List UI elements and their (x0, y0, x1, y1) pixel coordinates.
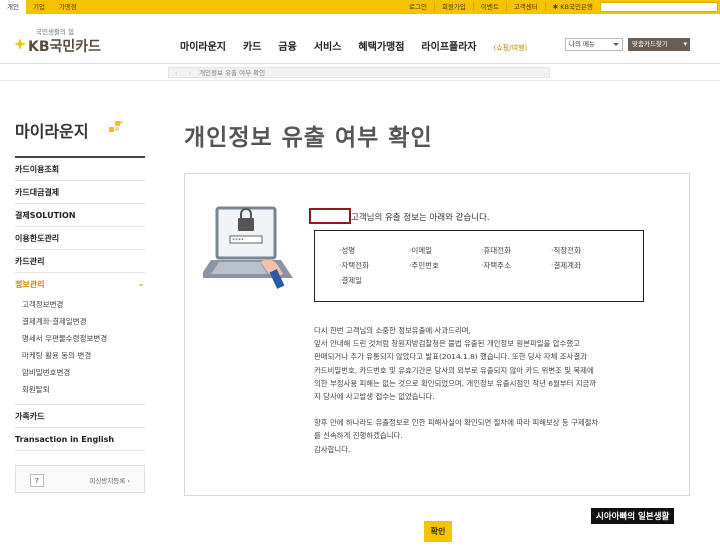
sidebar-item-limit[interactable]: 이용한도관리 (15, 227, 145, 250)
phishing-prevention-link[interactable]: 피싱방지등록 › (89, 475, 130, 485)
card-find-button[interactable]: 맞춤카드찾기 (628, 38, 690, 51)
sidebar-item-info-manage[interactable]: 정보관리 (15, 273, 145, 296)
sub-item-customer-info[interactable]: 고객정보변경 (15, 296, 145, 313)
breadcrumb-current: 개인정보 유출 여부 확인 (199, 69, 266, 77)
gnb-finance[interactable]: 금융 (278, 38, 296, 53)
customer-name-box (309, 208, 351, 224)
sub-item-password[interactable]: 암비밀번호변경 (15, 364, 145, 381)
sidebar-sub-list: 고객정보변경 결제계좌·결제일변경 명세서 우편물수령정보변경 마케팅 활용 동… (15, 296, 145, 405)
kb-bank-label: KB국민은행 (560, 3, 593, 11)
leaked-info-box: ·성명 ·이메일 ·휴대전화 ·직장전화 ·자택전화 ·주민번호 ·자택주소 ·… (314, 230, 644, 302)
text-line: 의한 부정사용 피해는 없는 것으로 확인되었으며, 개인정보 유출시점인 작년… (314, 378, 597, 388)
info-email: ·이메일 (409, 246, 433, 255)
top-search-input[interactable] (600, 2, 718, 12)
sidebar-item-card-payment[interactable]: 카드대금결제 (15, 181, 145, 204)
text-line: 향후 만에 하나라도 유출정보로 인한 피해사실이 확인되면 절차에 따라 피해… (314, 418, 599, 428)
sidebar-item-card-manage[interactable]: 카드관리 (15, 250, 145, 273)
info-home-phone: ·자택전화 (339, 261, 369, 270)
leak-greeting: 고객님의 유출 정보는 아래와 같습니다. (351, 213, 490, 223)
breadcrumb-bar: ‹ › 개인정보 유출 여부 확인 (0, 65, 720, 81)
info-payment-date: ·결제일 (339, 276, 363, 285)
top-utility-bar: 개인 기업 가맹점 로그인 회원가입 이벤트 고객센터 ✱ KB국민은행 (0, 0, 720, 14)
sub-item-statement[interactable]: 명세서 우편물수령정보변경 (15, 330, 145, 347)
text-line: 를 신속하게 진행하겠습니다. (314, 431, 403, 441)
watermark: 시아아빠의 일본생활 (591, 508, 675, 524)
gnb-mylounge[interactable]: 마이라운지 (180, 38, 226, 53)
sidebar-title-text: 마이라운지 (15, 122, 89, 141)
apology-text: 다시 한번 고객님의 소중한 정보유출에 사과드리며, 앞서 안내해 드린 것처… (314, 324, 670, 469)
gnb-lifeplaza[interactable]: 라이프플라자 (쇼핑/여행) (421, 38, 527, 53)
login-link[interactable]: 로그인 (402, 3, 434, 11)
global-nav: 마이라운지 카드 금융 서비스 혜택가맹점 라이프플라자 (쇼핑/여행) (180, 38, 544, 53)
sidebar-item-english[interactable]: Transaction in English (15, 428, 145, 451)
tab-personal[interactable]: 개인 (0, 0, 26, 14)
breadcrumb-next-icon[interactable]: › (183, 68, 197, 78)
sidebar-item-payment-solution[interactable]: 결제SOLUTION (15, 204, 145, 227)
phishing-prevention-box[interactable]: ? 피싱방지등록 › (15, 465, 145, 493)
slogan: 국민생활의 힘 (36, 28, 74, 36)
sidebar-item-family-card[interactable]: 가족카드 (15, 405, 145, 428)
utility-links: 로그인 회원가입 이벤트 고객센터 ✱ KB국민은행 (402, 0, 600, 14)
tab-business[interactable]: 기업 (26, 0, 52, 14)
breadcrumb: ‹ › 개인정보 유출 여부 확인 (168, 67, 550, 78)
gnb-card[interactable]: 카드 (243, 38, 261, 53)
gnb-service[interactable]: 서비스 (314, 38, 342, 53)
sidebar-title: 마이라운지 (15, 118, 145, 158)
page-title: 개인정보 유출 여부 확인 (184, 125, 433, 151)
segment-tabs: 개인 기업 가맹점 (0, 0, 84, 14)
header: 국민생활의 힘 KB국민카드 마이라운지 카드 금융 서비스 혜택가맹점 라이프… (0, 14, 720, 64)
info-work-phone: ·직장전화 (551, 246, 581, 255)
svg-text:****: **** (232, 238, 244, 244)
event-link[interactable]: 이벤트 (472, 3, 506, 11)
sub-item-marketing[interactable]: 마케팅 활용 동의 변경 (15, 347, 145, 364)
gnb-lifeplaza-sub: (쇼핑/여행) (493, 44, 528, 52)
sub-item-withdraw[interactable]: 회원탈퇴 (15, 381, 145, 398)
tab-merchant[interactable]: 가맹점 (52, 0, 84, 14)
info-name: ·성명 (339, 246, 356, 255)
kb-bank-link[interactable]: ✱ KB국민은행 (544, 3, 600, 11)
text-line: 카드비밀번호, 카드번호 및 유효기간은 당사의 외부로 유출되지 않아 카드 … (314, 365, 594, 375)
apology-paragraph-2: 향후 만에 하나라도 유출정보로 인한 피해사실이 확인되면 절차에 따라 피해… (314, 416, 670, 456)
info-resident-number: ·주민번호 (409, 261, 439, 270)
text-line: 지 당사에 사고발생 접수는 없었습니다. (314, 392, 435, 402)
text-line: 앞서 안내해 드린 것처럼 창원지방검찰청은 불법 유출된 개인정보 원본파일을… (314, 339, 580, 349)
apology-paragraph-1: 다시 한번 고객님의 소중한 정보유출에 사과드리며, 앞서 안내해 드린 것처… (314, 324, 670, 403)
info-mobile: ·휴대전화 (481, 246, 511, 255)
customer-center-link[interactable]: 고객센터 (505, 3, 545, 11)
help-icon: ? (30, 474, 44, 487)
confirm-button[interactable]: 확인 (424, 521, 452, 542)
text-line: 다시 한번 고객님의 소중한 정보유출에 사과드리며, (314, 326, 471, 335)
text-line: 판매되거나 추가 유통되지 않았다고 발표(2014.1.8) 했습니다. 또한… (314, 352, 587, 362)
info-home-address: ·자택주소 (481, 261, 511, 270)
info-payment-account: ·결제계좌 (551, 261, 581, 270)
logo-text: KB국민카드 (28, 39, 102, 55)
signup-link[interactable]: 회원가입 (433, 3, 473, 11)
my-menu-select[interactable]: 나의 메뉴 (565, 38, 623, 51)
sub-item-payment-account[interactable]: 결제계좌·결제일변경 (15, 313, 145, 330)
text-line: 감사합니다. (314, 444, 351, 454)
result-panel: **** 고객님의 유출 정보는 아래와 같습니다. ·성명 ·이메일 ·휴대전… (184, 173, 690, 496)
gnb-lifeplaza-label: 라이프플라자 (421, 42, 477, 53)
laptop-lock-icon: **** (203, 206, 293, 289)
sidebar: 마이라운지 카드이용조회 카드대금결제 결제SOLUTION 이용한도관리 카드… (15, 118, 145, 493)
decorative-squares-icon (109, 121, 123, 132)
breadcrumb-prev-icon[interactable]: ‹ (169, 68, 183, 78)
gnb-benefit-merchant[interactable]: 혜택가맹점 (358, 38, 404, 53)
kb-star-icon (14, 38, 26, 50)
sidebar-item-card-usage[interactable]: 카드이용조회 (15, 158, 145, 181)
